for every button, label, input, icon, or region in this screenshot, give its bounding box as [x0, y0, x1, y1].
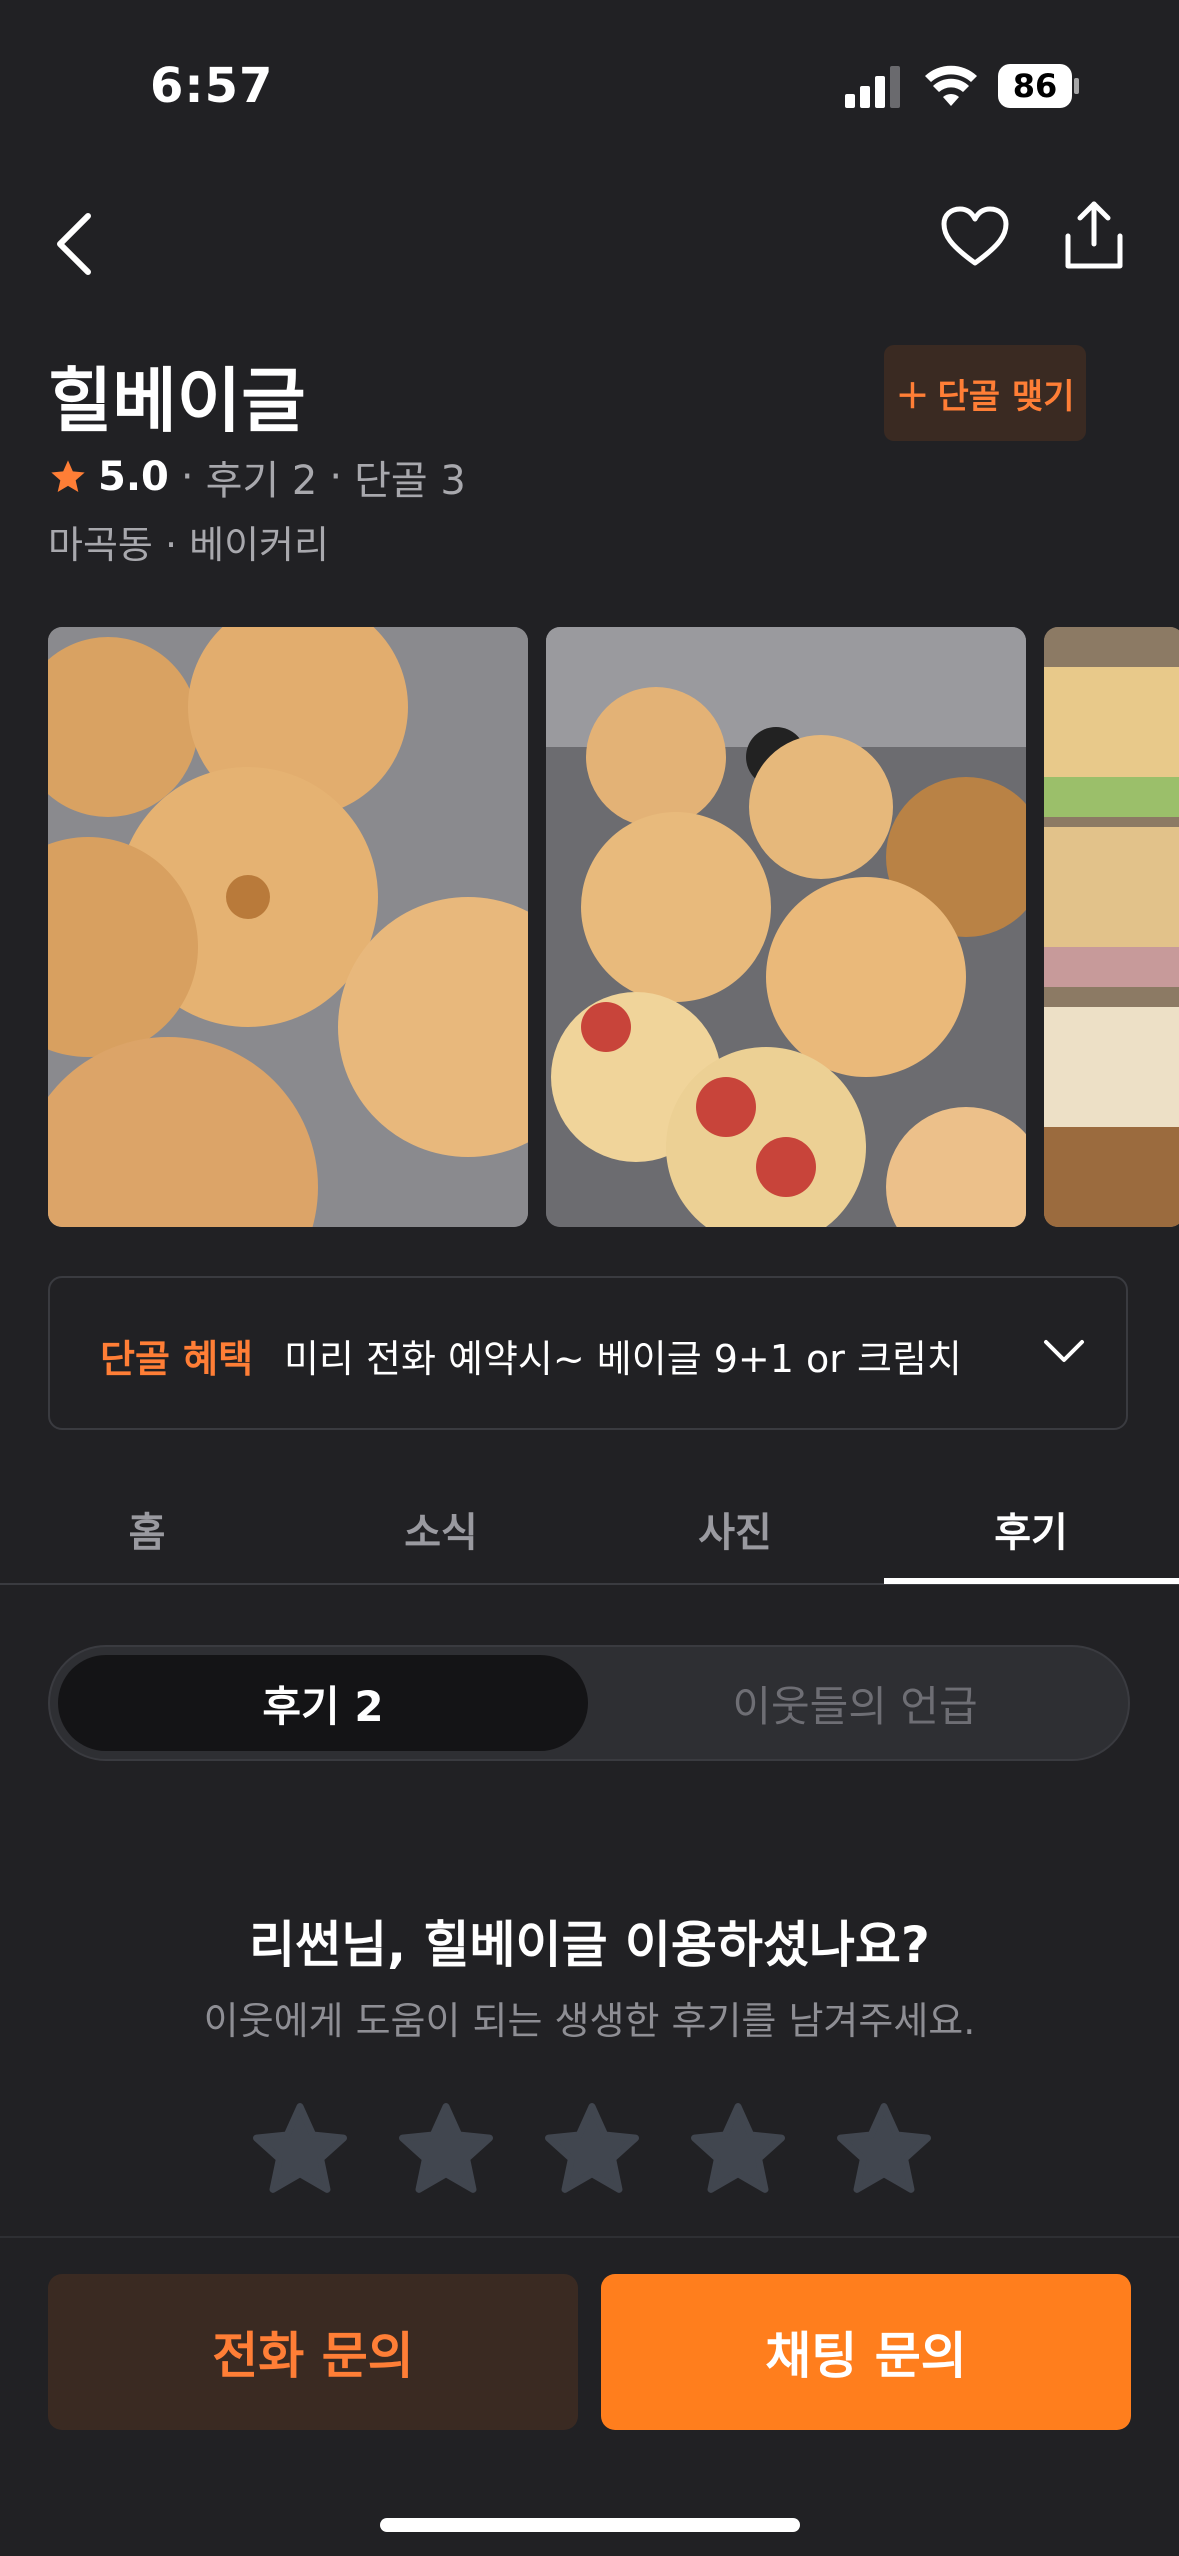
- store-photo-2[interactable]: [546, 627, 1026, 1227]
- store-name: 힐베이글: [48, 360, 306, 442]
- regulars-count: 단골 3: [354, 458, 466, 504]
- battery-icon: 86: [998, 64, 1080, 108]
- store-location: 마곡동 · 베이커리: [48, 523, 329, 567]
- star-icon[interactable]: [245, 2095, 355, 2205]
- star-icon[interactable]: [829, 2095, 939, 2205]
- cellular-signal-icon: [845, 66, 900, 108]
- star-icon[interactable]: [683, 2095, 793, 2205]
- status-time: 6:57: [150, 58, 274, 114]
- star-rating-icon: [51, 460, 85, 492]
- call-inquiry-button[interactable]: 전화 문의: [48, 2274, 578, 2430]
- join-regular-button[interactable]: ＋ 단골 맺기: [884, 345, 1086, 441]
- review-prompt-title: 리썬님, 힐베이글 이용하셨나요?: [249, 1916, 930, 1974]
- store-photo-3[interactable]: [1044, 627, 1179, 1227]
- battery-level: 86: [1012, 67, 1058, 105]
- wifi-icon: [925, 65, 977, 106]
- segment-reviews[interactable]: 후기 2: [58, 1655, 588, 1751]
- store-photo-1[interactable]: [48, 627, 528, 1227]
- review-count[interactable]: 후기 2: [206, 448, 318, 506]
- tab-photos[interactable]: 사진: [588, 1500, 882, 1558]
- rating-row: 5.0 · 후기 2 · 단골 3: [48, 448, 466, 506]
- benefit-tag: 단골 혜택: [100, 1337, 254, 1381]
- segment-mentions[interactable]: 이웃들의 언급: [594, 1655, 1116, 1751]
- star-icon[interactable]: [391, 2095, 501, 2205]
- tab-reviews[interactable]: 후기: [884, 1500, 1178, 1558]
- chat-inquiry-button[interactable]: 채팅 문의: [601, 2274, 1131, 2430]
- home-indicator[interactable]: [380, 2518, 800, 2532]
- join-label: 단골 맺기: [937, 376, 1075, 417]
- share-icon[interactable]: [1062, 200, 1126, 272]
- rating-stars: [245, 2095, 945, 2205]
- review-prompt-subtitle: 이웃에게 도움이 되는 생생한 후기를 남겨주세요.: [203, 1999, 976, 2043]
- plus-icon: ＋: [895, 376, 930, 417]
- back-icon[interactable]: [52, 210, 96, 278]
- rating-score: 5.0: [98, 454, 169, 500]
- regular-benefit-banner[interactable]: 단골 혜택 미리 전화 예약시~ 베이글 9+1 or 크림치: [48, 1276, 1128, 1430]
- chevron-down-icon[interactable]: [1042, 1328, 1086, 1372]
- tab-news[interactable]: 소식: [294, 1500, 588, 1558]
- benefit-text: 미리 전화 예약시~ 베이글 9+1 or 크림치: [284, 1337, 962, 1381]
- heart-icon[interactable]: [940, 205, 1010, 269]
- star-icon[interactable]: [537, 2095, 647, 2205]
- tab-home[interactable]: 홈: [0, 1500, 294, 1558]
- tab-active-indicator: [884, 1578, 1179, 1584]
- bottom-divider: [0, 2236, 1179, 2238]
